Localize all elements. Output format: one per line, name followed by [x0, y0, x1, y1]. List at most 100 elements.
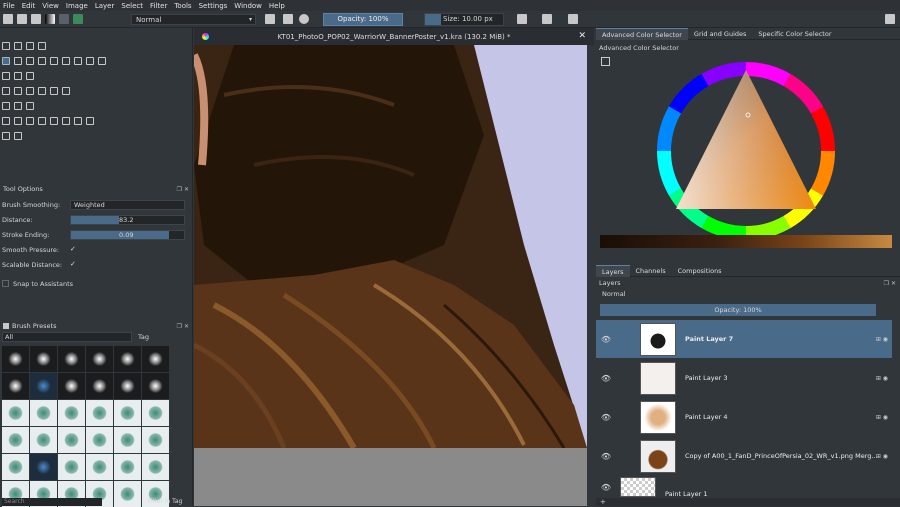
tab-grid-guides[interactable]: Grid and Guides	[688, 28, 752, 40]
tab-channels[interactable]: Channels	[630, 265, 672, 277]
color-picker-icon[interactable]	[14, 86, 22, 95]
opacity-slider[interactable]: Opacity: 100%	[323, 13, 403, 26]
brush-preset-tile[interactable]	[114, 481, 141, 507]
new-document-icon[interactable]	[3, 14, 13, 24]
blend-mode-select[interactable]: Normal ▾	[131, 14, 256, 25]
layer-row[interactable]: 👁 Copy of A00_1_FanD_PrinceOfPersia_02_W…	[596, 437, 892, 475]
float-close-icons-2[interactable]: ❐ ✕	[177, 323, 189, 330]
eye-icon[interactable]: 👁	[596, 483, 616, 492]
freehand-brush-icon[interactable]	[2, 56, 10, 65]
polyline-tool-icon[interactable]	[62, 56, 70, 65]
brush-preset-tile[interactable]	[2, 427, 29, 453]
menu-view[interactable]: View	[42, 2, 59, 10]
layer-row[interactable]: 👁 Paint Layer 3 ⊞ ◉	[596, 359, 892, 397]
brush-preset-tile[interactable]	[114, 427, 141, 453]
colorize-mask-icon[interactable]	[26, 86, 34, 95]
brush-smoothing-select[interactable]: Weighted	[70, 199, 185, 210]
bezier-tool-icon[interactable]	[74, 56, 82, 65]
brush-preset-tile[interactable]	[58, 454, 85, 480]
brush-preset-tile[interactable]	[86, 454, 113, 480]
brush-preset-tile[interactable]	[114, 346, 141, 372]
freehand-path-icon[interactable]	[86, 56, 94, 65]
menu-settings[interactable]: Settings	[199, 2, 228, 10]
brush-preset-tile[interactable]	[58, 346, 85, 372]
pan-tool-icon[interactable]	[14, 131, 22, 140]
similar-select-icon[interactable]	[62, 116, 70, 125]
brush-preset-tile[interactable]	[2, 400, 29, 426]
gradient-icon[interactable]	[45, 14, 55, 24]
save-icon[interactable]	[31, 14, 41, 24]
tab-layers[interactable]: Layers	[596, 264, 630, 277]
text-tool-icon[interactable]	[14, 41, 22, 50]
brush-preset-icon[interactable]	[73, 14, 83, 24]
menu-window[interactable]: Window	[234, 2, 262, 10]
layer-opacity-slider[interactable]: Opacity: 100%	[600, 304, 876, 316]
eye-icon[interactable]: 👁	[596, 452, 616, 461]
eye-icon[interactable]: 👁	[596, 335, 616, 344]
scalable-distance-checkbox[interactable]: ✓	[70, 261, 77, 268]
brush-preset-tile[interactable]	[58, 400, 85, 426]
layer-property-icons[interactable]: ⊞ ◉	[876, 336, 888, 343]
calligraphy-icon[interactable]	[38, 41, 46, 50]
magnetic-select-icon[interactable]	[86, 116, 94, 125]
eye-icon[interactable]: 👁	[596, 413, 616, 422]
polygon-tool-icon[interactable]	[50, 56, 58, 65]
fill-tool-icon[interactable]	[50, 86, 58, 95]
line-tool-icon[interactable]	[14, 56, 22, 65]
workspace-icon[interactable]	[885, 14, 895, 24]
contiguous-select-icon[interactable]	[50, 116, 58, 125]
add-layer-icon[interactable]: +	[600, 498, 606, 506]
brush-preset-tile[interactable]	[86, 346, 113, 372]
edit-shapes-icon[interactable]	[26, 41, 34, 50]
preset-filter-select[interactable]: All	[2, 332, 132, 342]
brush-preset-tile[interactable]	[86, 373, 113, 399]
select-shapes-icon[interactable]	[2, 41, 10, 50]
document-tab[interactable]: KT01_PhotoO_POP02_WarriorW_BannerPoster_…	[194, 28, 594, 45]
measure-tool-icon[interactable]	[14, 101, 22, 110]
tab-specific-color-selector[interactable]: Specific Color Selector	[752, 28, 837, 40]
ellipse-tool-icon[interactable]	[38, 56, 46, 65]
wrap-around-icon[interactable]	[568, 14, 578, 24]
layer-property-icons[interactable]: ⊞ ◉	[876, 414, 888, 421]
gradient-tool-icon[interactable]	[2, 86, 10, 95]
size-slider[interactable]: Size: 10.00 px	[424, 13, 504, 26]
snap-checkbox[interactable]	[2, 280, 9, 287]
vertical-scrollbar[interactable]	[587, 45, 594, 506]
zoom-tool-icon[interactable]	[2, 131, 10, 140]
color-settings-icon[interactable]	[601, 57, 610, 66]
brush-preset-tile[interactable]	[30, 427, 57, 453]
preset-search-input[interactable]: Search	[2, 498, 102, 506]
menu-filter[interactable]: Filter	[150, 2, 167, 10]
layer-blend-select[interactable]: Normal	[600, 290, 882, 300]
alpha-lock-icon[interactable]	[283, 14, 293, 24]
assistant-tool-icon[interactable]	[2, 101, 10, 110]
enclose-fill-icon[interactable]	[62, 86, 70, 95]
float-close-icons-3[interactable]: ❐ ✕	[884, 280, 896, 287]
transform-tool-icon[interactable]	[26, 71, 34, 80]
brush-preset-tile[interactable]	[142, 400, 169, 426]
rect-select-icon[interactable]	[2, 116, 10, 125]
stroke-ending-slider[interactable]: 0.09	[70, 229, 185, 240]
brush-preset-tile[interactable]	[2, 454, 29, 480]
filter-in-tag-label[interactable]: Filter in Tag	[148, 498, 182, 505]
menu-tools[interactable]: Tools	[174, 2, 191, 10]
brush-preset-tile[interactable]	[114, 400, 141, 426]
painting-canvas[interactable]	[194, 45, 587, 448]
layer-row[interactable]: 👁 Paint Layer 1	[596, 476, 892, 498]
menu-file[interactable]: File	[3, 2, 15, 10]
layer-row[interactable]: 👁 Paint Layer 7 ⊞ ◉	[596, 320, 892, 358]
mirror-horizontal-icon[interactable]	[517, 14, 527, 24]
tab-compositions[interactable]: Compositions	[672, 265, 728, 277]
brush-preset-tile[interactable]	[142, 373, 169, 399]
rectangle-tool-icon[interactable]	[26, 56, 34, 65]
brush-preset-tile[interactable]	[30, 400, 57, 426]
layer-property-icons[interactable]: ⊞ ◉	[876, 453, 888, 460]
move-tool-icon[interactable]	[14, 71, 22, 80]
tab-advanced-color-selector[interactable]: Advanced Color Selector	[596, 27, 688, 40]
brush-preset-tile[interactable]	[30, 454, 57, 480]
brush-preset-tile[interactable]	[2, 346, 29, 372]
reference-tool-icon[interactable]	[26, 101, 34, 110]
brush-preset-tile[interactable]	[2, 373, 29, 399]
ellipse-select-icon[interactable]	[14, 116, 22, 125]
dynamic-brush-icon[interactable]	[98, 56, 106, 65]
